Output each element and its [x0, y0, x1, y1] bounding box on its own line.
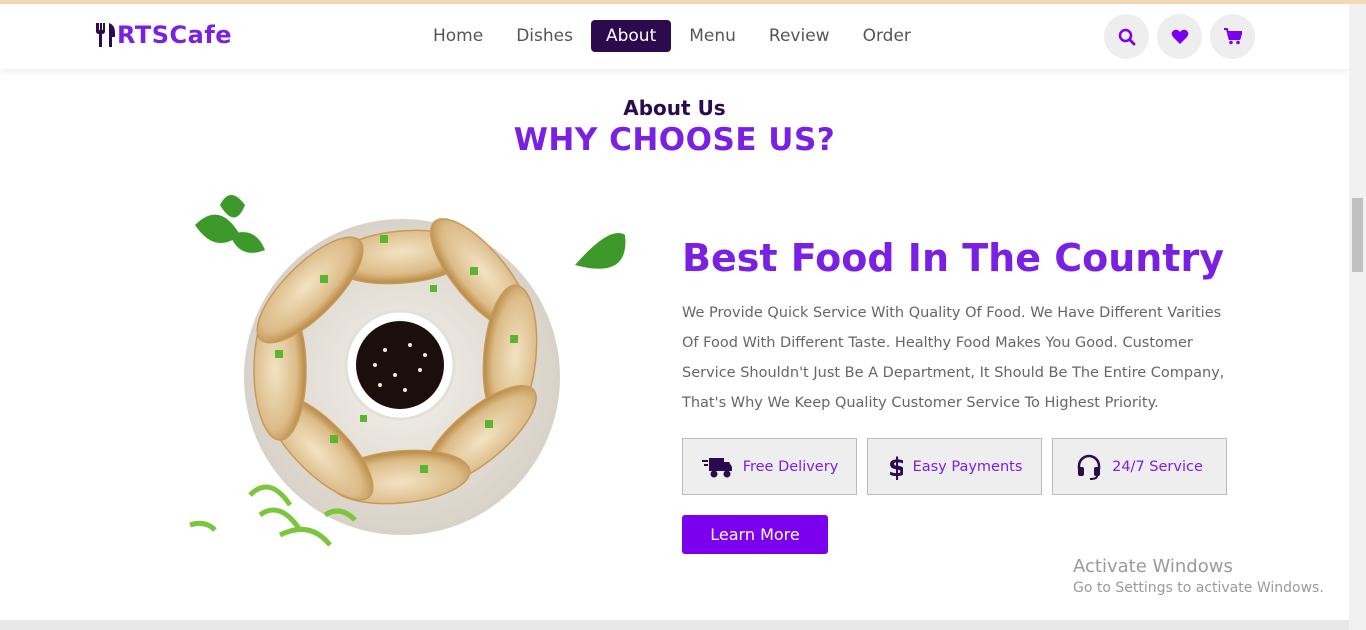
nav-about[interactable]: About — [590, 20, 672, 52]
feature-free-delivery-label: Free Delivery — [742, 458, 839, 475]
cart-icon — [1223, 28, 1242, 45]
learn-more-button[interactable]: Learn More — [682, 515, 828, 554]
feature-free-delivery[interactable]: Free Delivery — [682, 438, 857, 495]
search-icon — [1118, 28, 1135, 45]
main-nav: Home Dishes About Menu Review Order — [418, 20, 929, 52]
watermark-title: Activate Windows — [1073, 556, 1233, 577]
feature-list: Free Delivery $ Easy Payments 24/7 Servi… — [682, 438, 1237, 495]
feature-easy-payments[interactable]: $ Easy Payments — [867, 438, 1042, 495]
section-heading: WHY CHOOSE US? — [513, 122, 836, 158]
headset-icon — [1077, 454, 1101, 480]
section-subtitle: About Us — [623, 96, 726, 120]
truck-icon — [701, 457, 732, 477]
watermark-subtitle: Go to Settings to activate Windows. — [1073, 580, 1324, 596]
dollar-icon: $ — [888, 453, 903, 481]
about-title: Best Food In The Country — [682, 236, 1224, 280]
cart-button[interactable] — [1210, 14, 1255, 59]
brand-logo[interactable]: RTSCafe — [94, 21, 232, 49]
feature-easy-payments-label: Easy Payments — [912, 458, 1023, 475]
feature-24-7-service-label: 24/7 Service — [1112, 458, 1203, 475]
scrollbar-thumb[interactable] — [1352, 198, 1363, 272]
windows-activation-watermark: Activate Windows Go to Settings to activ… — [1073, 556, 1324, 596]
vertical-scrollbar[interactable] — [1349, 4, 1366, 630]
nav-order[interactable]: Order — [848, 20, 926, 52]
nav-menu[interactable]: Menu — [674, 20, 751, 52]
svg-text:$: $ — [888, 453, 903, 481]
fork-knife-icon — [96, 23, 115, 47]
bottom-scroll-area — [0, 620, 1349, 630]
about-description: We Provide Quick Service With Quality Of… — [682, 305, 1225, 411]
search-button[interactable] — [1104, 14, 1149, 59]
brand-name: RTSCafe — [117, 21, 233, 49]
nav-review[interactable]: Review — [754, 20, 845, 52]
dumplings-image — [180, 185, 650, 575]
nav-dishes[interactable]: Dishes — [501, 20, 588, 52]
header-icons — [1104, 14, 1263, 59]
heart-icon — [1171, 29, 1188, 44]
feature-24-7-service[interactable]: 24/7 Service — [1052, 438, 1227, 495]
nav-home[interactable]: Home — [418, 20, 498, 52]
wishlist-button[interactable] — [1157, 14, 1202, 59]
site-header: RTSCafe Home Dishes About Menu Review Or… — [0, 4, 1349, 69]
